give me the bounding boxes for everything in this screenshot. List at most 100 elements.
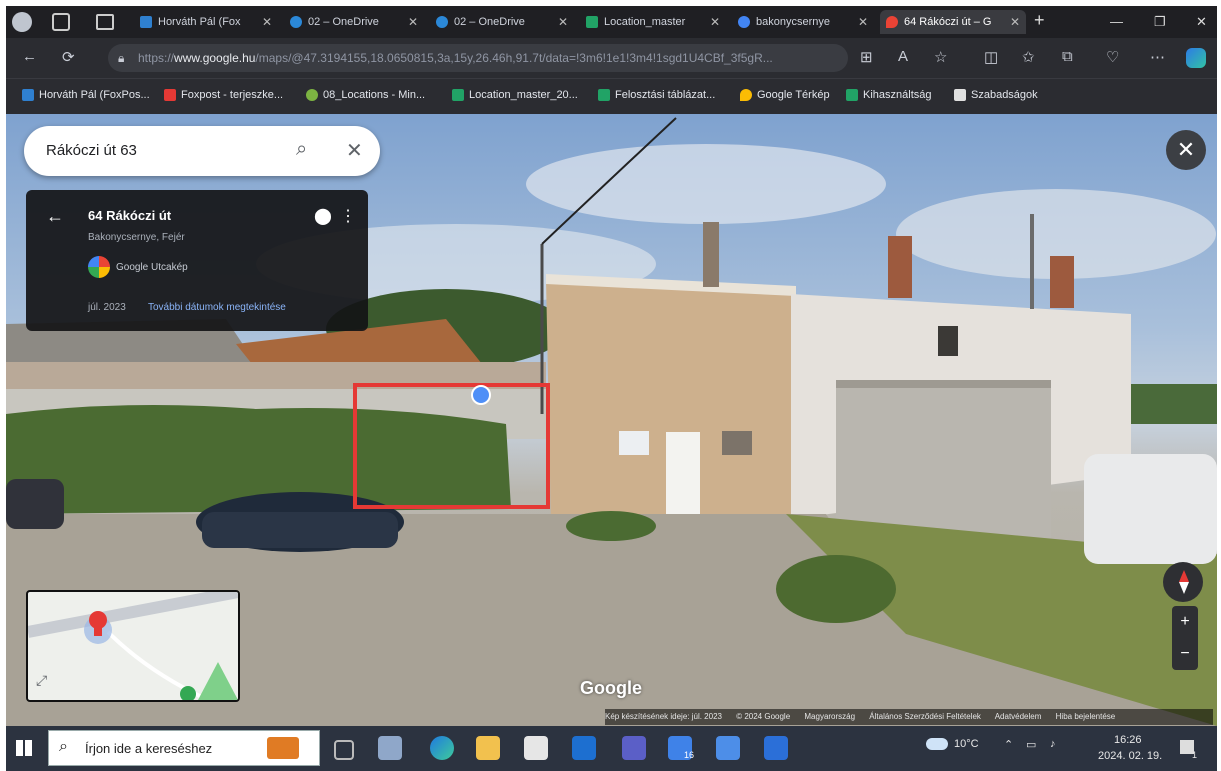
outlook-icon (140, 16, 152, 28)
word-icon[interactable] (764, 736, 788, 760)
restore-icon[interactable]: ❐ (1154, 14, 1166, 30)
windows-start-icon[interactable] (16, 740, 32, 756)
close-icon[interactable]: ✕ (256, 15, 272, 29)
system-tray: 10°C ⌃ ▭ ♪ 16:26 2024. 02. 19. 1 (926, 732, 1216, 768)
profile-avatar[interactable] (12, 12, 32, 32)
tab-onedrive-2[interactable]: 02 – OneDrive ✕ (430, 10, 574, 34)
url-path: /maps/@47.3194155,18.0650815,3a,15y,26.4… (255, 51, 773, 65)
back-icon[interactable]: ← (22, 48, 37, 65)
copilot-icon[interactable] (1186, 48, 1206, 68)
back-arrow-icon[interactable]: ← (46, 206, 64, 227)
close-icon[interactable]: ✕ (552, 15, 568, 29)
clock-time[interactable]: 16:26 (1114, 734, 1142, 746)
clock-date[interactable]: 2024. 02. 19. (1098, 750, 1162, 762)
close-icon[interactable]: ✕ (402, 15, 418, 29)
teams-icon[interactable] (622, 736, 646, 760)
footer-terms-link[interactable]: Általános Szerződési Feltételek (869, 712, 981, 721)
tray-chevron-icon[interactable]: ⌃ (1004, 738, 1013, 751)
tab-actions-icon[interactable] (96, 14, 114, 30)
footer-report-link[interactable]: Hiba bejelentése (1056, 712, 1116, 721)
location-subtitle: Bakonycsernye, Fejér (88, 232, 185, 243)
network-icon[interactable]: ▭ (1026, 738, 1036, 751)
task-view-icon[interactable] (334, 740, 354, 760)
search-box[interactable]: Rákóczi út 63 ⌕ ✕ (24, 126, 380, 176)
tab-onedrive-1[interactable]: 02 – OneDrive ✕ (284, 10, 424, 34)
more-options-icon[interactable]: ⋮ (340, 206, 356, 226)
minimap[interactable]: ⤢ (26, 590, 240, 702)
bookmark-item[interactable]: Location_master_20... (452, 89, 578, 101)
bookmark-item[interactable]: Felosztási táblázat... (598, 89, 715, 101)
volume-icon[interactable]: ♪ (1050, 738, 1056, 750)
app-available-icon[interactable]: ⊞ (860, 48, 873, 66)
footer-country[interactable]: Magyarország (804, 712, 855, 721)
bookmark-item[interactable]: Kihasználtság (846, 89, 932, 101)
workspaces-icon[interactable] (52, 13, 70, 31)
tab-rakoczi[interactable]: 64 Rákóczi út – G ✕ (880, 10, 1026, 34)
close-icon[interactable]: ✕ (704, 15, 720, 29)
read-aloud-icon[interactable]: A (898, 48, 908, 65)
briefcase-icon (267, 737, 299, 759)
weather-icon[interactable] (926, 738, 948, 750)
clear-icon[interactable]: ✕ (346, 138, 363, 163)
todo-icon[interactable]: 16 (668, 736, 694, 760)
zoom-control: + − (1172, 606, 1198, 670)
foxpost-icon (164, 89, 176, 101)
refresh-icon[interactable]: ⟳ (62, 48, 75, 66)
expand-icon[interactable]: ⤢ (36, 672, 47, 689)
bookmark-label: Horváth Pál (FoxPos... (39, 89, 150, 101)
minimize-icon[interactable]: — (1110, 14, 1123, 29)
compass-button[interactable] (1163, 562, 1203, 602)
app-icon-1[interactable] (378, 736, 402, 760)
favorites-icon[interactable]: ✩ (1022, 48, 1035, 66)
extension-icon[interactable]: ♡ (1106, 48, 1119, 66)
more-dates-link[interactable]: További dátumok megtekintése (148, 302, 286, 313)
search-input[interactable]: Rákóczi út 63 (46, 142, 137, 159)
bookmark-item[interactable]: Foxpost - terjeszke... (164, 89, 283, 101)
bookmark-item[interactable]: Google Térkép (740, 89, 830, 101)
collections-icon[interactable]: ⧉ (1062, 48, 1073, 65)
bookmark-item[interactable]: Szabadságok (954, 89, 1038, 101)
taskbar-search[interactable]: ⌕ Írjon ide a kereséshez (48, 730, 320, 766)
beach-icon (954, 89, 966, 101)
capture-date: júl. 2023 (88, 302, 126, 313)
tab-bakonycsernye[interactable]: bakonycsernye ✕ (732, 10, 874, 34)
tab-label: 02 – OneDrive (454, 16, 525, 28)
google-g-icon (88, 256, 110, 278)
bookmark-item[interactable]: Horváth Pál (FoxPos... (22, 89, 150, 101)
edge-icon[interactable] (430, 736, 454, 760)
security-icon[interactable] (716, 736, 740, 760)
weather-temp[interactable]: 10°C (954, 738, 979, 750)
close-icon[interactable]: ✕ (852, 15, 868, 29)
bookmark-label: Kihasználtság (863, 89, 932, 101)
location-title: 64 Rákóczi út (88, 208, 172, 223)
taskbar-search-placeholder: Írjon ide a kereséshez (85, 741, 213, 756)
zoom-out-button[interactable]: − (1172, 638, 1198, 670)
tab-horvath[interactable]: Horváth Pál (Fox ✕ (134, 10, 278, 34)
onedrive-icon (290, 16, 302, 28)
footer-privacy-link[interactable]: Adatvédelem (995, 712, 1042, 721)
search-icon[interactable]: ⌕ (296, 138, 307, 161)
outlook-icon[interactable] (572, 736, 596, 760)
bookmark-label: Location_master_20... (469, 89, 578, 101)
file-explorer-icon[interactable] (476, 736, 500, 760)
map-footer: Kép készítésének ideje: júl. 2023 © 2024… (605, 709, 1213, 725)
store-icon[interactable] (524, 736, 548, 760)
footer-date: Kép készítésének ideje: júl. 2023 (605, 712, 722, 721)
location-pin-icon[interactable]: ⬤ (314, 206, 332, 226)
new-tab-icon[interactable]: + (1034, 10, 1045, 31)
bookmark-label: Szabadságok (971, 89, 1038, 101)
tab-label: Horváth Pál (Fox (158, 16, 241, 28)
tab-location-master[interactable]: Location_master ✕ (580, 10, 726, 34)
tab-label: Location_master (604, 16, 686, 28)
zoom-in-button[interactable]: + (1172, 606, 1198, 638)
excel-icon (586, 16, 598, 28)
window-close-icon[interactable]: ✕ (1196, 14, 1207, 30)
close-icon[interactable]: ✕ (1004, 15, 1020, 29)
bookmark-item[interactable]: 08_Locations - Min... (306, 89, 425, 101)
url-field[interactable]: 🔒︎ https://www.google.hu/maps/@47.319415… (108, 44, 848, 72)
excel-icon (598, 89, 610, 101)
more-menu-icon[interactable]: ⋯ (1150, 48, 1165, 66)
favorite-icon[interactable]: ☆ (934, 48, 947, 66)
split-screen-icon[interactable]: ◫ (984, 48, 998, 66)
close-streetview-button[interactable]: ✕ (1166, 130, 1206, 170)
